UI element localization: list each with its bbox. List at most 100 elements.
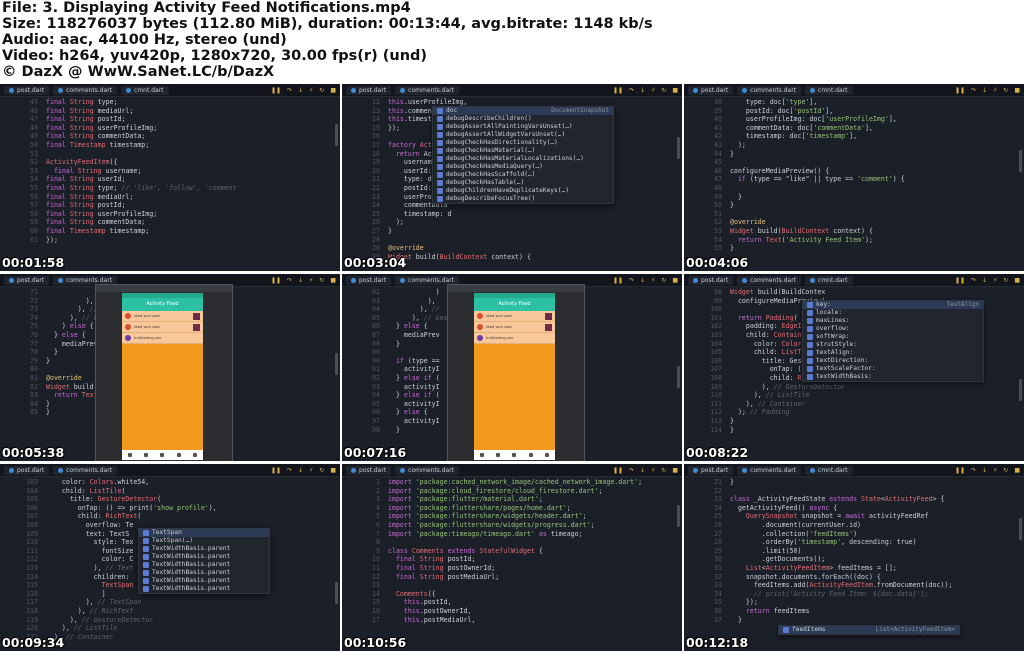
autocomplete-item[interactable]: debugChildrenHaveDuplicateKeys(…) bbox=[433, 187, 613, 195]
profile-icon[interactable] bbox=[192, 453, 197, 457]
step-over-icon[interactable]: ↷ bbox=[971, 277, 976, 284]
editor-tab[interactable]: cmnt.dart bbox=[121, 85, 169, 95]
android-emulator[interactable]: Activity Feed liked your post liked your p… bbox=[447, 284, 585, 461]
step-into-icon[interactable]: ↓ bbox=[298, 87, 303, 94]
activity-feed-item[interactable]: liked your post bbox=[122, 311, 203, 322]
stop-icon[interactable]: ■ bbox=[672, 277, 678, 284]
autocomplete-item[interactable]: softWrap: bbox=[803, 333, 983, 341]
restart-icon[interactable]: ↻ bbox=[1003, 467, 1008, 474]
autocomplete-item[interactable]: debugCheckHasTable(…) bbox=[433, 179, 613, 187]
autocomplete-item[interactable]: TextWidthBasis.parent bbox=[139, 561, 269, 569]
stop-icon[interactable]: ■ bbox=[330, 87, 336, 94]
camera-icon[interactable] bbox=[512, 453, 517, 457]
search-icon[interactable] bbox=[176, 453, 181, 457]
pause-icon[interactable]: ❚❚ bbox=[271, 87, 281, 94]
autocomplete-item[interactable]: TextWidthBasis.parent bbox=[139, 553, 269, 561]
editor-tab[interactable]: comments.dart bbox=[53, 85, 118, 95]
autocomplete-popup[interactable]: TextSpan TextSpan(…) TextWidthBasis.parent… bbox=[138, 528, 270, 594]
editor-tab[interactable]: comments.dart bbox=[395, 85, 460, 95]
editor-tab[interactable]: post.dart bbox=[4, 275, 50, 285]
lightning-icon[interactable]: ⚡ bbox=[651, 467, 655, 474]
step-over-icon[interactable]: ↷ bbox=[971, 87, 976, 94]
profile-icon[interactable] bbox=[544, 453, 549, 457]
editor-tab[interactable]: comments.dart bbox=[395, 465, 460, 475]
step-over-icon[interactable]: ↷ bbox=[287, 87, 292, 94]
autocomplete-item[interactable]: maxLines: bbox=[803, 317, 983, 325]
stop-icon[interactable]: ■ bbox=[1014, 467, 1020, 474]
autocomplete-item[interactable]: locale: bbox=[803, 309, 983, 317]
autocomplete-item[interactable]: TextWidthBasis.parent bbox=[139, 545, 269, 553]
autocomplete-item[interactable]: debugAssertAllPaintingVarsUnset(…) bbox=[433, 123, 613, 131]
search-icon[interactable] bbox=[528, 453, 533, 457]
scrollbar[interactable] bbox=[335, 582, 338, 604]
stop-icon[interactable]: ■ bbox=[672, 87, 678, 94]
restart-icon[interactable]: ↻ bbox=[661, 467, 666, 474]
pause-icon[interactable]: ❚❚ bbox=[271, 277, 281, 284]
step-over-icon[interactable]: ↷ bbox=[287, 467, 292, 474]
lightning-icon[interactable]: ⚡ bbox=[993, 467, 997, 474]
editor-tab[interactable]: post.dart bbox=[4, 465, 50, 475]
autocomplete-item[interactable]: TextSpan(…) bbox=[139, 537, 269, 545]
restart-icon[interactable]: ↻ bbox=[319, 277, 324, 284]
video-thumbnail[interactable]: post.dart comments.dart ❚❚ ↷ ↓ ⚡ ↻ ■ 12 this.user… bbox=[342, 84, 682, 271]
video-thumbnail[interactable]: post.dart comments.dart ❚❚ ↷ ↓ ⚡ ↻ ■ 71 ) 72 ), 73… bbox=[0, 274, 340, 461]
scrollbar[interactable] bbox=[335, 353, 338, 375]
scrollbar[interactable] bbox=[677, 505, 680, 527]
stop-icon[interactable]: ■ bbox=[1014, 277, 1020, 284]
step-over-icon[interactable]: ↷ bbox=[629, 277, 634, 284]
code-editor[interactable]: 1 import 'package:cached_network_image/ca… bbox=[342, 477, 682, 651]
scrollbar[interactable] bbox=[677, 366, 680, 388]
activity-feed-item[interactable]: liked your post bbox=[474, 311, 555, 322]
editor-tab[interactable]: post.dart bbox=[688, 85, 734, 95]
camera-icon[interactable] bbox=[160, 453, 165, 457]
autocomplete-item[interactable]: TextSpan bbox=[139, 529, 269, 537]
lightning-icon[interactable]: ⚡ bbox=[993, 87, 997, 94]
home-icon[interactable] bbox=[128, 453, 133, 457]
autocomplete-item[interactable]: debugCheckHasMaterialLocalizations(…) bbox=[433, 155, 613, 163]
activity-feed-item[interactable]: is following you bbox=[122, 333, 203, 344]
lightning-icon[interactable]: ⚡ bbox=[651, 87, 655, 94]
restart-icon[interactable]: ↻ bbox=[1003, 277, 1008, 284]
bottom-navigation[interactable] bbox=[122, 450, 203, 460]
notifications-icon[interactable] bbox=[144, 453, 149, 457]
editor-tab[interactable]: post.dart bbox=[346, 85, 392, 95]
video-thumbnail[interactable]: post.dart comments.dart cmnt.dart ❚❚ ↷ ↓ ⚡ ↻ ■ 38… bbox=[684, 84, 1024, 271]
editor-tab[interactable]: comments.dart bbox=[53, 465, 118, 475]
step-into-icon[interactable]: ↓ bbox=[298, 277, 303, 284]
step-into-icon[interactable]: ↓ bbox=[982, 87, 987, 94]
autocomplete-item[interactable]: debugAssertAllWidgetVarsUnset(…) bbox=[433, 131, 613, 139]
editor-tab[interactable]: comments.dart bbox=[737, 465, 802, 475]
scrollbar[interactable] bbox=[1019, 518, 1022, 540]
video-thumbnail[interactable]: post.dart comments.dart ❚❚ ↷ ↓ ⚡ ↻ ■ 103 color: … bbox=[0, 464, 340, 651]
pause-icon[interactable]: ❚❚ bbox=[955, 467, 965, 474]
editor-tab[interactable]: cmnt.dart bbox=[805, 465, 853, 475]
editor-tab[interactable]: post.dart bbox=[346, 275, 392, 285]
android-emulator[interactable]: Activity Feed liked your post liked your p… bbox=[95, 284, 233, 461]
autocomplete-item[interactable]: TextWidthBasis.parent bbox=[139, 569, 269, 577]
autocomplete-item[interactable]: textAlign: bbox=[803, 349, 983, 357]
autocomplete-item[interactable]: strutStyle: bbox=[803, 341, 983, 349]
pause-icon[interactable]: ❚❚ bbox=[613, 87, 623, 94]
code-editor[interactable]: 45 final String type; 46 final String media… bbox=[0, 97, 340, 271]
autocomplete-item[interactable]: debugCheckHasMaterial(…) bbox=[433, 147, 613, 155]
scrollbar[interactable] bbox=[1019, 150, 1022, 172]
step-over-icon[interactable]: ↷ bbox=[287, 277, 292, 284]
pause-icon[interactable]: ❚❚ bbox=[613, 277, 623, 284]
home-icon[interactable] bbox=[480, 453, 485, 457]
pause-icon[interactable]: ❚❚ bbox=[955, 87, 965, 94]
emulator-screen[interactable]: Activity Feed liked your post liked your p… bbox=[474, 293, 555, 460]
lightning-icon[interactable]: ⚡ bbox=[309, 87, 313, 94]
restart-icon[interactable]: ↻ bbox=[661, 277, 666, 284]
step-into-icon[interactable]: ↓ bbox=[640, 277, 645, 284]
autocomplete-item[interactable]: TextWidthBasis.parent bbox=[139, 577, 269, 585]
restart-icon[interactable]: ↻ bbox=[1003, 87, 1008, 94]
notifications-icon[interactable] bbox=[496, 453, 501, 457]
restart-icon[interactable]: ↻ bbox=[661, 87, 666, 94]
step-over-icon[interactable]: ↷ bbox=[629, 467, 634, 474]
autocomplete-item[interactable]: debugCheckHasScaffold(…) bbox=[433, 171, 613, 179]
step-over-icon[interactable]: ↷ bbox=[629, 87, 634, 94]
autocomplete-popup[interactable]: feedItems List<ActivityFeedItem> bbox=[778, 625, 960, 635]
scrollbar[interactable] bbox=[677, 137, 680, 159]
autocomplete-item[interactable]: TextWidthBasis.parent bbox=[139, 585, 269, 593]
autocomplete-item[interactable]: debugDescribeFocusTree() bbox=[433, 195, 613, 203]
